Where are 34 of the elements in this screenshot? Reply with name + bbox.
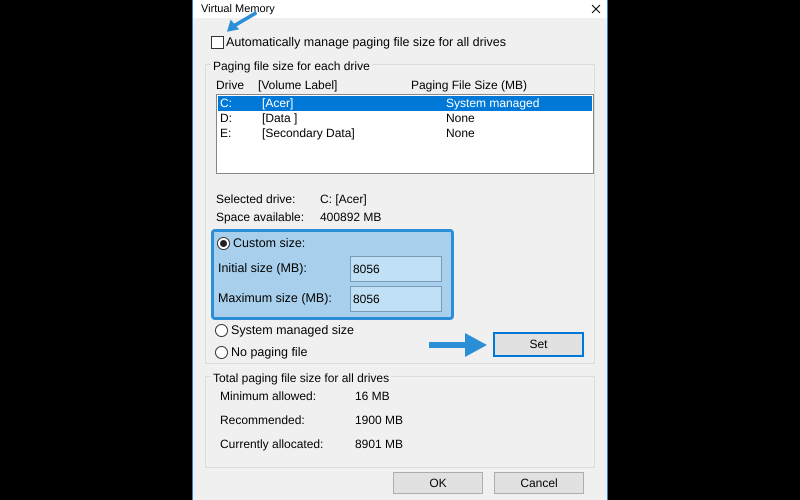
field-label: Space available: — [216, 208, 306, 226]
size-input[interactable]: 8056 — [350, 286, 442, 312]
radio-label: No paging file — [231, 344, 308, 362]
field-label: Currently allocated: — [220, 436, 324, 453]
dialog-button[interactable]: OK — [393, 472, 483, 494]
window-title: Virtual Memory — [201, 4, 275, 14]
column-header: [Volume Label] — [258, 76, 338, 90]
field-value: 16 MB — [355, 388, 390, 405]
drive-row[interactable]: D: [Data ] None — [218, 110, 592, 126]
checkbox-label: Automatically manage paging file size for all drives — [226, 34, 506, 51]
arrow-icon — [427, 331, 489, 359]
drive-row[interactable]: E: [Secondary Data] None — [218, 126, 592, 141]
set-button[interactable]: Set — [493, 332, 584, 357]
field-label: Selected drive: — [216, 190, 296, 208]
radio-label: System managed size — [231, 322, 354, 340]
field-label: Recommended: — [220, 412, 306, 429]
field-value: 400892 MB — [320, 208, 382, 226]
column-header: Drive — [216, 76, 246, 90]
radio-label: Custom size: — [233, 235, 306, 252]
field-label: Initial size (MB): — [217, 260, 308, 278]
radio-button[interactable] — [217, 237, 230, 250]
field-label: Maximum size (MB): — [217, 290, 333, 308]
dialog-button[interactable]: Cancel — [494, 472, 584, 494]
drive-row[interactable]: C: [Acer] System managed — [218, 96, 592, 111]
field-value: 1900 MB — [355, 412, 404, 429]
checkbox[interactable] — [211, 36, 224, 49]
field-value: C: [Acer] — [320, 190, 367, 208]
size-input[interactable]: 8056 — [350, 256, 442, 282]
column-header: Paging File Size (MB) — [411, 76, 528, 90]
field-value: 8901 MB — [355, 436, 404, 453]
radio-button[interactable] — [215, 324, 228, 338]
radio-button[interactable] — [215, 346, 228, 360]
close-icon[interactable] — [591, 4, 601, 14]
field-label: Minimum allowed: — [220, 388, 318, 405]
